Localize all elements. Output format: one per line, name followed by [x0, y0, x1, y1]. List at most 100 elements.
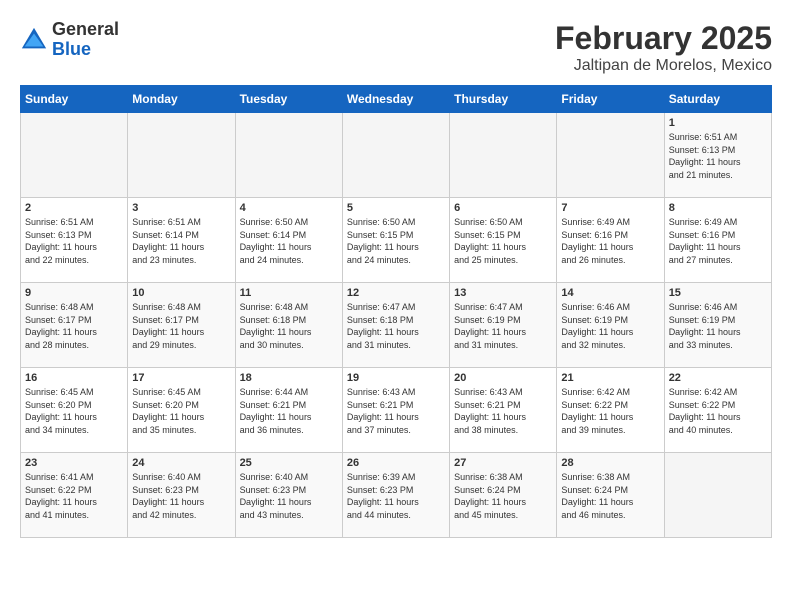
week-row-3: 16Sunrise: 6:45 AM Sunset: 6:20 PM Dayli… [21, 368, 772, 453]
table-row: 21 Sunrise: 6:42 AM Sunset: 6:22 PM Dayli… [557, 368, 664, 453]
day-number: 27 [454, 457, 552, 469]
logo-general: General [52, 19, 119, 39]
table-row: 28Sunrise: 6:38 AM Sunset: 6:24 PM Dayli… [557, 453, 664, 538]
day-info: Sunrise: 6:41 AM Sunset: 6:22 PM Dayligh… [25, 471, 123, 521]
col-tuesday: Tuesday [235, 86, 342, 113]
col-monday: Monday [128, 86, 235, 113]
day-info: Sunrise: 6:50 AM Sunset: 6:15 PM Dayligh… [347, 216, 445, 266]
table-row [21, 113, 128, 198]
day-info: Sunrise: 6:50 AM Sunset: 6:15 PM Dayligh… [454, 216, 552, 266]
table-row: 22 Sunrise: 6:42 AM Sunset: 6:22 PM Dayli… [664, 368, 771, 453]
logo-text: General Blue [52, 20, 119, 60]
col-saturday: Saturday [664, 86, 771, 113]
logo: General Blue [20, 20, 119, 60]
day-info: Sunrise: 6:40 AM Sunset: 6:23 PM Dayligh… [132, 471, 230, 521]
day-number: 10 [132, 287, 230, 299]
day-number: 21 [561, 372, 659, 384]
day-number: 11 [240, 287, 338, 299]
table-row: 14 Sunrise: 6:46 AM Sunset: 6:19 PM Dayli… [557, 283, 664, 368]
day-number: 22 [669, 372, 767, 384]
table-row [557, 113, 664, 198]
table-row: 10 Sunrise: 6:48 AM Sunset: 6:17 PM Dayli… [128, 283, 235, 368]
table-row: 12Sunrise: 6:47 AM Sunset: 6:18 PM Dayli… [342, 283, 449, 368]
table-row: 2 Sunrise: 6:51 AM Sunset: 6:13 PM Daylig… [21, 198, 128, 283]
table-row: 13 Sunrise: 6:47 AM Sunset: 6:19 PM Dayli… [450, 283, 557, 368]
day-number: 15 [669, 287, 767, 299]
day-number: 13 [454, 287, 552, 299]
table-row: 26 Sunrise: 6:39 AM Sunset: 6:23 PM Dayli… [342, 453, 449, 538]
day-info: Sunrise: 6:42 AM Sunset: 6:22 PM Dayligh… [669, 386, 767, 436]
day-number: 24 [132, 457, 230, 469]
table-row [450, 113, 557, 198]
day-number: 14 [561, 287, 659, 299]
table-row: 11 Sunrise: 6:48 AM Sunset: 6:18 PM Dayli… [235, 283, 342, 368]
calendar-header: Sunday Monday Tuesday Wednesday Thursday… [21, 86, 772, 113]
table-row: 5 Sunrise: 6:50 AM Sunset: 6:15 PM Daylig… [342, 198, 449, 283]
day-number: 4 [240, 202, 338, 214]
day-info: Sunrise: 6:48 AM Sunset: 6:17 PM Dayligh… [25, 301, 123, 351]
day-number: 2 [25, 202, 123, 214]
table-row: 17 Sunrise: 6:45 AM Sunset: 6:20 PM Dayli… [128, 368, 235, 453]
table-row [664, 453, 771, 538]
table-row [128, 113, 235, 198]
table-row: 24 Sunrise: 6:40 AM Sunset: 6:23 PM Dayli… [128, 453, 235, 538]
col-friday: Friday [557, 86, 664, 113]
day-number: 12 [347, 287, 445, 299]
calendar-body: 1 Sunrise: 6:51 AM Sunset: 6:13 PM Daylig… [21, 113, 772, 538]
day-info: Sunrise: 6:42 AM Sunset: 6:22 PM Dayligh… [561, 386, 659, 436]
table-row: 6 Sunrise: 6:50 AM Sunset: 6:15 PM Daylig… [450, 198, 557, 283]
page-header: General Blue February 2025 Jaltipan de M… [20, 20, 772, 75]
day-number: 26 [347, 457, 445, 469]
table-row: 20Sunrise: 6:43 AM Sunset: 6:21 PM Dayli… [450, 368, 557, 453]
day-info: Sunrise: 6:50 AM Sunset: 6:14 PM Dayligh… [240, 216, 338, 266]
day-info: Sunrise: 6:51 AM Sunset: 6:13 PM Dayligh… [25, 216, 123, 266]
day-info: Sunrise: 6:46 AM Sunset: 6:19 PM Dayligh… [669, 301, 767, 351]
day-info: Sunrise: 6:39 AM Sunset: 6:23 PM Dayligh… [347, 471, 445, 521]
day-info: Sunrise: 6:44 AM Sunset: 6:21 PM Dayligh… [240, 386, 338, 436]
day-info: Sunrise: 6:48 AM Sunset: 6:17 PM Dayligh… [132, 301, 230, 351]
week-row-4: 23 Sunrise: 6:41 AM Sunset: 6:22 PM Dayli… [21, 453, 772, 538]
table-row: 9 Sunrise: 6:48 AM Sunset: 6:17 PM Daylig… [21, 283, 128, 368]
week-row-0: 1 Sunrise: 6:51 AM Sunset: 6:13 PM Daylig… [21, 113, 772, 198]
day-number: 19 [347, 372, 445, 384]
day-number: 23 [25, 457, 123, 469]
col-sunday: Sunday [21, 86, 128, 113]
day-number: 1 [669, 117, 767, 129]
day-info: Sunrise: 6:46 AM Sunset: 6:19 PM Dayligh… [561, 301, 659, 351]
day-info: Sunrise: 6:43 AM Sunset: 6:21 PM Dayligh… [347, 386, 445, 436]
table-row: 7Sunrise: 6:49 AM Sunset: 6:16 PM Daylig… [557, 198, 664, 283]
table-row: 1 Sunrise: 6:51 AM Sunset: 6:13 PM Daylig… [664, 113, 771, 198]
day-number: 6 [454, 202, 552, 214]
day-info: Sunrise: 6:48 AM Sunset: 6:18 PM Dayligh… [240, 301, 338, 351]
day-number: 28 [561, 457, 659, 469]
location-subtitle: Jaltipan de Morelos, Mexico [555, 57, 772, 75]
table-row [235, 113, 342, 198]
day-number: 9 [25, 287, 123, 299]
day-number: 25 [240, 457, 338, 469]
day-number: 7 [561, 202, 659, 214]
day-info: Sunrise: 6:45 AM Sunset: 6:20 PM Dayligh… [25, 386, 123, 436]
table-row: 25 Sunrise: 6:40 AM Sunset: 6:23 PM Dayli… [235, 453, 342, 538]
day-number: 17 [132, 372, 230, 384]
table-row: 16Sunrise: 6:45 AM Sunset: 6:20 PM Dayli… [21, 368, 128, 453]
table-row: 19 Sunrise: 6:43 AM Sunset: 6:21 PM Dayli… [342, 368, 449, 453]
week-row-2: 9 Sunrise: 6:48 AM Sunset: 6:17 PM Daylig… [21, 283, 772, 368]
table-row: 27 Sunrise: 6:38 AM Sunset: 6:24 PM Dayli… [450, 453, 557, 538]
table-row: 4 Sunrise: 6:50 AM Sunset: 6:14 PM Daylig… [235, 198, 342, 283]
table-row [342, 113, 449, 198]
logo-blue: Blue [52, 39, 91, 59]
day-info: Sunrise: 6:51 AM Sunset: 6:13 PM Dayligh… [669, 131, 767, 181]
day-info: Sunrise: 6:38 AM Sunset: 6:24 PM Dayligh… [454, 471, 552, 521]
calendar-table: Sunday Monday Tuesday Wednesday Thursday… [20, 85, 772, 538]
col-thursday: Thursday [450, 86, 557, 113]
day-number: 5 [347, 202, 445, 214]
header-row: Sunday Monday Tuesday Wednesday Thursday… [21, 86, 772, 113]
day-info: Sunrise: 6:51 AM Sunset: 6:14 PM Dayligh… [132, 216, 230, 266]
title-block: February 2025 Jaltipan de Morelos, Mexic… [555, 20, 772, 75]
day-info: Sunrise: 6:47 AM Sunset: 6:19 PM Dayligh… [454, 301, 552, 351]
table-row: 3 Sunrise: 6:51 AM Sunset: 6:14 PM Daylig… [128, 198, 235, 283]
day-info: Sunrise: 6:40 AM Sunset: 6:23 PM Dayligh… [240, 471, 338, 521]
day-number: 8 [669, 202, 767, 214]
day-info: Sunrise: 6:45 AM Sunset: 6:20 PM Dayligh… [132, 386, 230, 436]
day-number: 3 [132, 202, 230, 214]
